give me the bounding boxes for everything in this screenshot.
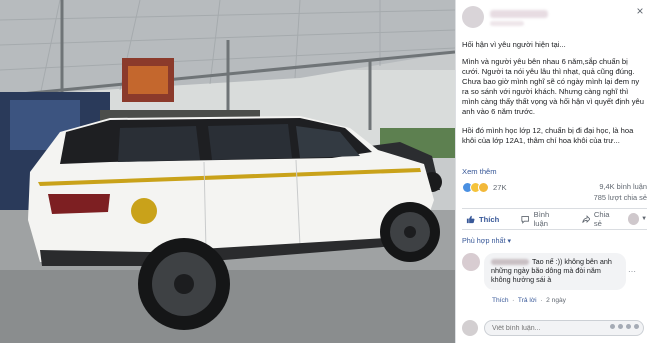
chevron-down-icon[interactable]: ▼ — [641, 216, 647, 222]
share-arrow-icon — [581, 214, 590, 223]
share-button[interactable]: Chia sẻ — [581, 210, 618, 228]
camera-icon[interactable] — [618, 324, 623, 329]
car-photo-illustration — [0, 0, 455, 343]
close-icon[interactable]: × — [633, 4, 647, 18]
like-button[interactable]: Thích — [466, 215, 499, 224]
comment-sort-dropdown[interactable]: Phù hợp nhất ▾ — [462, 236, 511, 245]
author-name-blurred[interactable] — [490, 10, 548, 18]
comment-button-label: Bình luận — [533, 210, 550, 228]
post-header: × — [462, 4, 647, 32]
commenter-avatar[interactable] — [462, 253, 480, 271]
post-timestamp-blurred — [490, 21, 524, 26]
post-stats: 27K 9,4K bình luận 785 lượt chia sẻ — [462, 180, 647, 206]
see-more-link[interactable]: Xem thêm — [462, 167, 497, 176]
emoji-icon[interactable] — [610, 324, 615, 329]
post-paragraph: Hồi đó mình học lớp 12, chuẩn bị đi đại … — [462, 126, 634, 145]
gif-icon[interactable] — [626, 324, 631, 329]
comment-reply-link[interactable]: Trả lời — [518, 297, 537, 304]
reactions-count[interactable]: 27K — [493, 183, 507, 192]
comment-input-icons — [610, 324, 639, 329]
thumbs-up-icon — [466, 215, 475, 223]
comment-bubble: Tao nể :)) không bên anh những ngày bão … — [484, 253, 626, 290]
like-button-label: Thích — [479, 214, 500, 224]
post-paragraph: Mình và người yêu bên nhau 6 năm,sắp chu… — [462, 57, 644, 116]
comment-button[interactable]: Bình luận — [521, 210, 563, 228]
post-actions-bar: Thích Bình luận Chia sẻ ▼ — [462, 208, 647, 230]
shares-count[interactable]: 785 lượt chia sẻ — [594, 193, 647, 202]
current-user-avatar — [462, 320, 478, 336]
comment-like-link[interactable]: Thích — [492, 297, 509, 304]
comment-item: Tao nể :)) không bên anh những ngày bão … — [462, 253, 647, 308]
comment-meta: Thích · Trả lời · 2 ngày — [492, 297, 566, 304]
post-as-avatar[interactable] — [627, 213, 640, 225]
haha-reaction-icon — [478, 181, 489, 193]
post-title: Hối hận vì yêu người hiện tại... — [462, 40, 566, 49]
write-comment-row — [462, 318, 647, 338]
reactions-summary[interactable]: 27K — [462, 181, 507, 193]
author-avatar[interactable] — [462, 6, 484, 28]
post-panel: × Hối hận vì yêu người hiện tại... Mình … — [455, 0, 650, 343]
commenter-name-blurred[interactable] — [491, 259, 529, 266]
post-body: Mình và người yêu bên nhau 6 năm,sắp chu… — [462, 57, 645, 155]
post-photo[interactable] — [0, 0, 455, 343]
comments-count[interactable]: 9,4K bình luận — [599, 182, 647, 191]
share-button-label: Chia sẻ — [593, 210, 610, 228]
comment-bubble-icon — [521, 215, 530, 224]
more-options-icon[interactable]: ⋯ — [628, 267, 636, 276]
comment-time: 2 ngày — [546, 297, 566, 304]
sticker-icon[interactable] — [634, 324, 639, 329]
